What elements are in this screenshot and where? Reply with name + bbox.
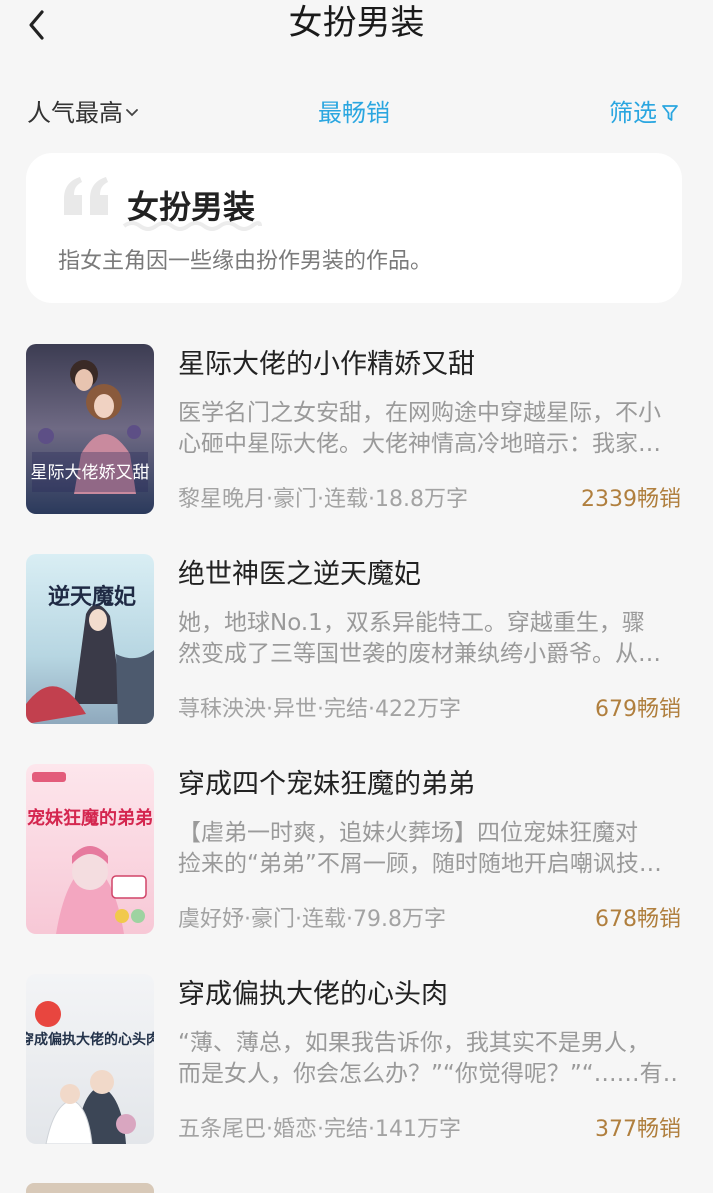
book-cover: 穿成偏执大佬的心头肉 bbox=[26, 974, 154, 1144]
book-description-line: “薄、薄总，如果我告诉你，我其实不是男人， bbox=[178, 1030, 650, 1056]
book-description: “薄、薄总，如果我告诉你，我其实不是男人， 而是女人，你会怎么办？”“你觉得呢？… bbox=[178, 1028, 676, 1090]
top-bar: 女扮男装 bbox=[0, 0, 713, 50]
book-cover: 宠妹狂魔的弟弟 bbox=[26, 764, 154, 934]
book-title: 绝世神医之逆天魔妃 bbox=[178, 559, 421, 590]
book-description-line: 捡来的“弟弟”不屑一顾，随时随地开启嘲讽技… bbox=[178, 851, 662, 877]
sort-popularity-label: 人气最高 bbox=[27, 99, 123, 127]
filter-icon bbox=[662, 105, 678, 121]
page-title: 女扮男装 bbox=[288, 3, 425, 43]
category-title: 女扮男装 bbox=[127, 188, 256, 226]
book-cover: 星际大佬娇又甜 bbox=[26, 344, 154, 514]
book-title: 穿成偏执大佬的心头肉 bbox=[178, 979, 448, 1010]
book-meta: 虞好妤·豪门·连载·79.8万字 bbox=[178, 907, 446, 932]
book-meta: 五条尾巴·婚恋·完结·141万字 bbox=[178, 1117, 461, 1142]
book-description-line: 然变成了三等国世袭的废材兼纨绔小爵爷。从… bbox=[178, 641, 661, 667]
filter-label: 筛选 bbox=[609, 99, 657, 127]
cover-title-artwork: 宠妹狂魔的弟弟 bbox=[27, 807, 153, 829]
book-item[interactable]: 星际大佬娇又甜 星际大佬的小作精娇又甜 医学名门之女安甜，在网购途中穿越星际，不… bbox=[0, 344, 713, 519]
cover-title-artwork: 穿成偏执大佬的心头肉 bbox=[26, 1031, 154, 1048]
book-description: 她，地球No.1，双系异能特工。穿越重生，骤 然变成了三等国世袭的废材兼纨绔小爵… bbox=[178, 608, 676, 670]
next-book-cover-partial[interactable] bbox=[26, 1183, 154, 1193]
sort-popularity-dropdown[interactable]: 人气最高 bbox=[27, 92, 139, 134]
book-description: 医学名门之女安甜，在网购途中穿越星际，不小 心砸中星际大佬。大佬神情高冷地暗示：… bbox=[178, 398, 676, 460]
book-cover: 逆天魔妃 bbox=[26, 554, 154, 724]
book-title: 穿成四个宠妹狂魔的弟弟 bbox=[178, 769, 475, 800]
book-sales: 2339畅销 bbox=[581, 487, 681, 512]
sort-bar: 人气最高 最畅销 筛选 bbox=[0, 92, 713, 134]
book-description-line: 【虐弟一时爽，追妹火葬场】四位宠妹狂魔对 bbox=[178, 820, 638, 846]
sort-best-selling-tab[interactable]: 最畅销 bbox=[318, 92, 390, 134]
book-item[interactable]: 宠妹狂魔的弟弟 穿成四个宠妹狂魔的弟弟 【虐弟一时爽，追妹火葬场】四位宠妹狂魔对… bbox=[0, 764, 713, 939]
category-description-card: 女扮男装 指女主角因一些缘由扮作男装的作品。 bbox=[26, 153, 682, 303]
book-sales: 377畅销 bbox=[595, 1117, 681, 1142]
quote-icon bbox=[64, 177, 108, 215]
book-item[interactable]: 穿成偏执大佬的心头肉 穿成偏执大佬的心头肉 “薄、薄总，如果我告诉你，我其实不是… bbox=[0, 974, 713, 1149]
category-description: 指女主角因一些缘由扮作男装的作品。 bbox=[58, 249, 433, 274]
book-meta: 黎星晚月·豪门·连载·18.8万字 bbox=[178, 487, 468, 512]
book-sales: 678畅销 bbox=[595, 907, 681, 932]
book-description-line: 医学名门之女安甜，在网购途中穿越星际，不小 bbox=[178, 400, 661, 426]
book-meta: 荨秣泱泱·异世·完结·422万字 bbox=[178, 697, 461, 722]
cover-title-artwork: 星际大佬娇又甜 bbox=[31, 463, 150, 483]
cover-title-artwork: 逆天魔妃 bbox=[48, 584, 136, 610]
book-title: 星际大佬的小作精娇又甜 bbox=[178, 349, 475, 380]
book-description-line: 她，地球No.1，双系异能特工。穿越重生，骤 bbox=[178, 610, 645, 636]
chevron-down-icon bbox=[126, 109, 138, 117]
book-sales: 679畅销 bbox=[595, 697, 681, 722]
book-description: 【虐弟一时爽，追妹火葬场】四位宠妹狂魔对 捡来的“弟弟”不屑一顾，随时随地开启嘲… bbox=[178, 818, 676, 880]
book-description-line: 心砸中星际大佬。大佬神情高冷地暗示：我家… bbox=[178, 431, 661, 457]
book-description-line: 而是女人，你会怎么办？”“你觉得呢？”“……有… bbox=[178, 1061, 676, 1087]
filter-button[interactable]: 筛选 bbox=[609, 92, 679, 134]
book-item[interactable]: 逆天魔妃 绝世神医之逆天魔妃 她，地球No.1，双系异能特工。穿越重生，骤 然变… bbox=[0, 554, 713, 729]
